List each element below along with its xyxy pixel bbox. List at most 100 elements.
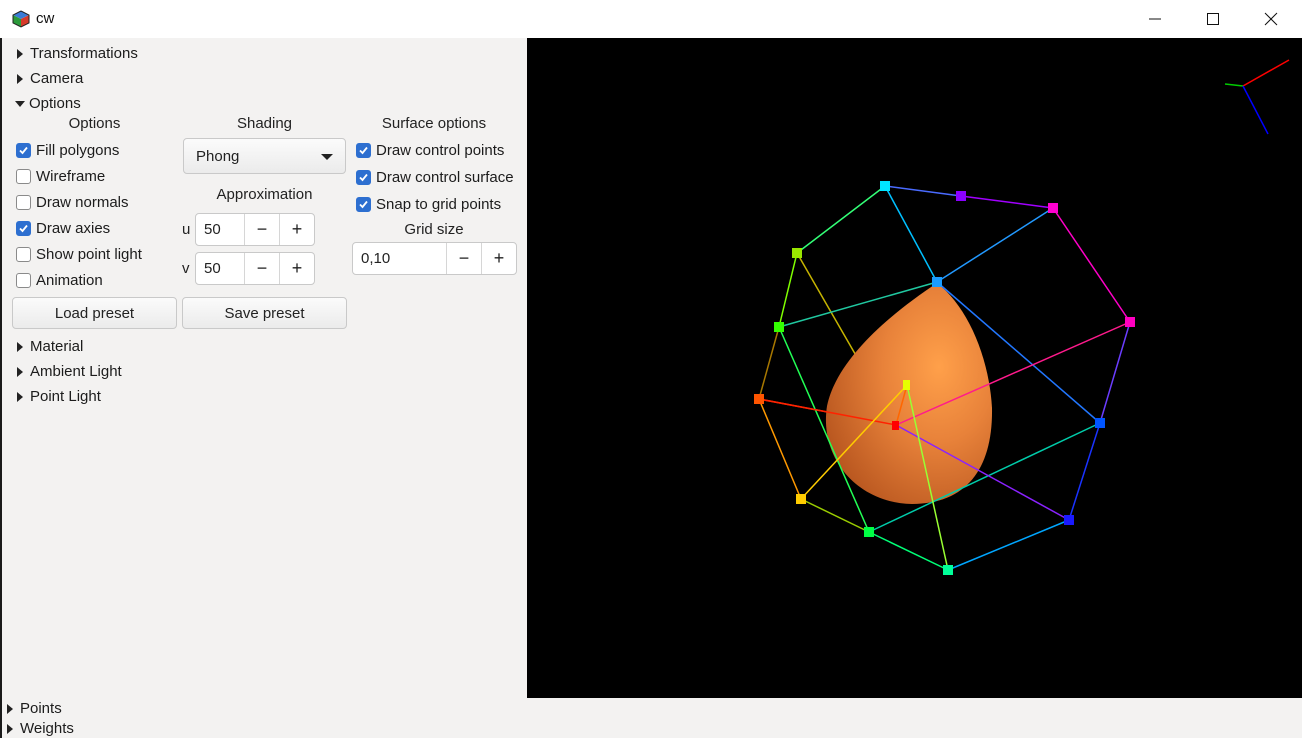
z-axis-line: [1242, 85, 1269, 135]
checkbox-unchecked-icon: [16, 273, 31, 288]
tree-item-label: Options: [29, 95, 81, 112]
checkbox-checked-icon: [16, 221, 31, 236]
x-axis-line: [1242, 59, 1290, 87]
control-point[interactable]: [892, 421, 899, 430]
control-point[interactable]: [903, 380, 910, 390]
checkbox-unchecked-icon: [16, 169, 31, 184]
checkbox-label: Fill polygons: [36, 142, 120, 159]
tree-item-transformations[interactable]: Transformations: [17, 45, 138, 62]
expand-arrow-icon: [17, 48, 23, 59]
u-stepper[interactable]: 50 − +: [195, 213, 315, 246]
approximation-header: Approximation: [216, 186, 313, 203]
expand-arrow-icon: [7, 703, 13, 714]
control-point[interactable]: [792, 248, 802, 258]
tree-item-label: Material: [30, 338, 84, 355]
tree-item-ambient-light[interactable]: Ambient Light: [17, 363, 122, 380]
control-point[interactable]: [1125, 317, 1135, 327]
wireframe-checkbox[interactable]: Wireframe: [16, 168, 105, 185]
title-bar: cw: [0, 0, 1302, 39]
checkbox-label: Draw normals: [36, 194, 129, 211]
checkbox-unchecked-icon: [16, 247, 31, 262]
v-increment-button[interactable]: +: [279, 253, 314, 284]
y-axis-line: [1224, 83, 1244, 87]
close-icon: [1264, 12, 1278, 26]
snap-to-grid-checkbox[interactable]: Snap to grid points: [356, 196, 501, 213]
v-label: v: [182, 260, 190, 277]
expand-arrow-icon: [17, 341, 23, 352]
grid-size-increment-button[interactable]: +: [481, 243, 516, 274]
checkbox-label: Show point light: [36, 246, 142, 263]
draw-control-points-checkbox[interactable]: Draw control points: [356, 142, 504, 159]
tree-item-label: Weights: [20, 720, 74, 737]
checkbox-checked-icon: [356, 143, 371, 158]
checkbox-unchecked-icon: [16, 195, 31, 210]
show-point-light-checkbox[interactable]: Show point light: [16, 246, 142, 263]
tree-item-label: Ambient Light: [30, 363, 122, 380]
u-increment-button[interactable]: +: [279, 214, 314, 245]
tree-item-points[interactable]: Points: [7, 700, 62, 717]
scene-canvas[interactable]: [527, 38, 1302, 698]
shading-header: Shading: [236, 115, 293, 132]
shading-select[interactable]: Phong: [183, 138, 346, 174]
maximize-button[interactable]: [1184, 0, 1242, 38]
checkbox-checked-icon: [356, 170, 371, 185]
control-point[interactable]: [932, 277, 942, 287]
animation-checkbox[interactable]: Animation: [16, 272, 103, 289]
control-point[interactable]: [796, 494, 806, 504]
save-preset-button[interactable]: Save preset: [182, 297, 347, 329]
control-point[interactable]: [774, 322, 784, 332]
render-viewport[interactable]: [527, 38, 1302, 698]
tree-item-label: Transformations: [30, 45, 138, 62]
close-button[interactable]: [1242, 0, 1300, 38]
collapse-arrow-icon: [15, 100, 25, 107]
draw-normals-checkbox[interactable]: Draw normals: [16, 194, 129, 211]
checkbox-checked-icon: [356, 197, 371, 212]
draw-axies-checkbox[interactable]: Draw axies: [16, 220, 110, 237]
control-point[interactable]: [1064, 515, 1074, 525]
fill-polygons-checkbox[interactable]: Fill polygons: [16, 142, 119, 159]
tree-item-label: Camera: [30, 70, 84, 87]
minimize-button[interactable]: [1126, 0, 1184, 38]
expand-arrow-icon: [17, 391, 23, 402]
checkbox-label: Snap to grid points: [376, 196, 502, 213]
axes-gizmo: [1224, 59, 1290, 135]
tree-item-options[interactable]: Options: [15, 95, 81, 112]
draw-control-surface-checkbox[interactable]: Draw control surface: [356, 169, 514, 186]
options-header: Options: [68, 115, 121, 132]
v-value-field[interactable]: 50: [196, 253, 244, 284]
control-point[interactable]: [864, 527, 874, 537]
control-point[interactable]: [943, 565, 953, 575]
v-stepper[interactable]: 50 − +: [195, 252, 315, 285]
shading-selected-value: Phong: [196, 147, 240, 165]
grid-size-label: Grid size: [404, 221, 464, 238]
u-label: u: [182, 221, 191, 238]
grid-size-value-field[interactable]: 0,10: [353, 243, 446, 274]
checkbox-label: Animation: [36, 272, 103, 289]
control-point[interactable]: [956, 191, 966, 201]
checkbox-checked-icon: [16, 143, 31, 158]
grid-size-stepper[interactable]: 0,10 − +: [352, 242, 517, 275]
tree-item-weights[interactable]: Weights: [7, 720, 74, 737]
tree-item-label: Points: [20, 700, 62, 717]
control-point[interactable]: [754, 394, 764, 404]
control-point[interactable]: [1048, 203, 1058, 213]
u-decrement-button[interactable]: −: [244, 214, 279, 245]
tree-item-label: Point Light: [30, 388, 101, 405]
app-cube-icon: [12, 10, 30, 28]
checkbox-label: Draw control points: [376, 142, 505, 159]
window-title: cw: [36, 10, 55, 27]
expand-arrow-icon: [17, 366, 23, 377]
bottom-panel: Points Weights: [2, 698, 1302, 738]
control-panel: Transformations Camera Options Options F…: [2, 38, 527, 698]
control-point[interactable]: [880, 181, 890, 191]
maximize-icon: [1207, 13, 1219, 25]
checkbox-label: Wireframe: [36, 168, 106, 185]
grid-size-decrement-button[interactable]: −: [446, 243, 481, 274]
v-decrement-button[interactable]: −: [244, 253, 279, 284]
control-point[interactable]: [1095, 418, 1105, 428]
tree-item-material[interactable]: Material: [17, 338, 83, 355]
tree-item-camera[interactable]: Camera: [17, 70, 83, 87]
tree-item-point-light[interactable]: Point Light: [17, 388, 101, 405]
load-preset-button[interactable]: Load preset: [12, 297, 177, 329]
u-value-field[interactable]: 50: [196, 214, 244, 245]
